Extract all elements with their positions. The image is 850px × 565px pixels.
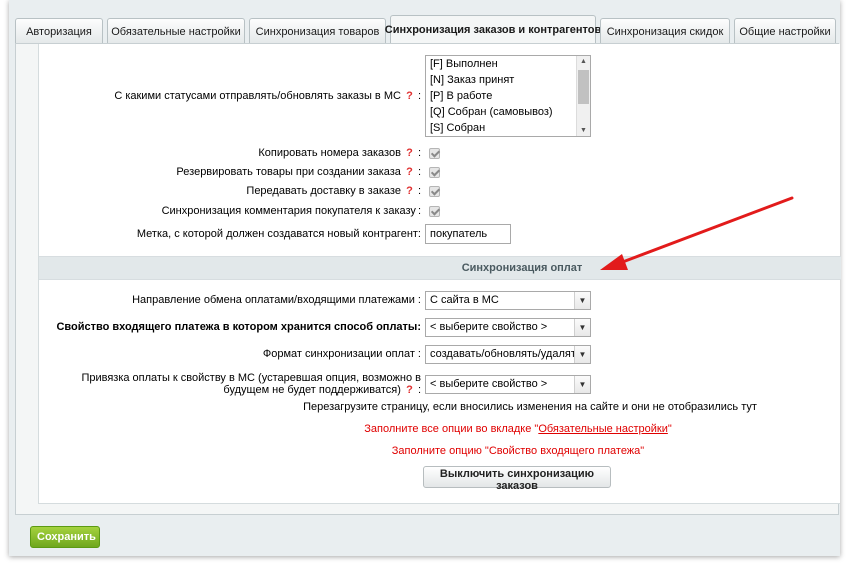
annotation-arrow-icon <box>600 196 794 270</box>
